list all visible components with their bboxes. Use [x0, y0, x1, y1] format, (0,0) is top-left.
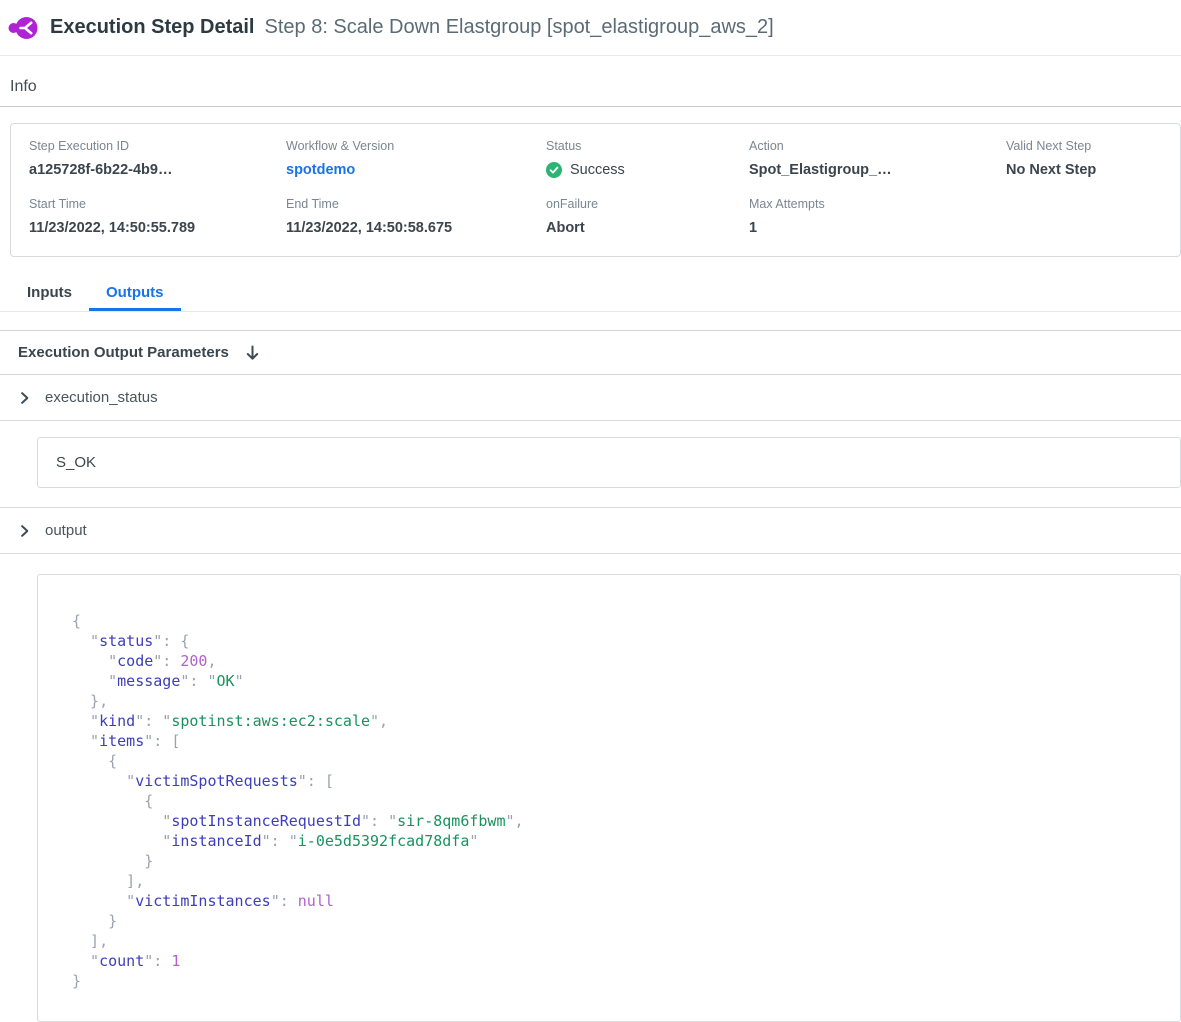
field-value: Spot_Elastigroup_… [749, 162, 1006, 178]
page-subtitle: Step 8: Scale Down Elastgroup [spot_elas… [265, 16, 774, 39]
tab-outputs[interactable]: Outputs [89, 277, 181, 311]
field-valid-next-step: Valid Next Step No Next Step [1006, 139, 1180, 178]
info-section-heading: Info [10, 78, 1181, 96]
info-card: Step Execution ID a125728f-6b22-4b9… Wor… [10, 123, 1181, 257]
tab-inputs[interactable]: Inputs [10, 277, 89, 311]
field-max-attempts: Max Attempts 1 [749, 197, 1006, 236]
execution-output-parameters-title: Execution Output Parameters [18, 344, 229, 361]
field-value: a125728f-6b22-4b9… [29, 162, 286, 178]
field-value: No Next Step [1006, 162, 1180, 178]
field-workflow-version: Workflow & Version spotdemo [286, 139, 546, 178]
field-label: Start Time [29, 197, 286, 211]
field-value: 11/23/2022, 14:50:55.789 [29, 220, 286, 236]
param-row-output[interactable]: output [0, 508, 1181, 554]
field-step-execution-id: Step Execution ID a125728f-6b22-4b9… [29, 139, 286, 178]
field-value: Abort [546, 220, 749, 236]
info-divider [0, 106, 1181, 107]
app-header: Execution Step Detail Step 8: Scale Down… [0, 0, 1181, 56]
field-value: 11/23/2022, 14:50:58.675 [286, 220, 546, 236]
field-start-time: Start Time 11/23/2022, 14:50:55.789 [29, 197, 286, 236]
field-label: Action [749, 139, 1006, 153]
param-name: output [45, 522, 87, 539]
io-tabs: Inputs Outputs [0, 277, 1181, 312]
field-value: 1 [749, 220, 1006, 236]
field-action: Action Spot_Elastigroup_… [749, 139, 1006, 178]
field-onfailure: onFailure Abort [546, 197, 749, 236]
field-label: Workflow & Version [286, 139, 546, 153]
param-name: execution_status [45, 389, 158, 406]
spot-logo-icon [8, 13, 38, 43]
workflow-link[interactable]: spotdemo [286, 162, 355, 178]
success-check-icon [546, 162, 562, 178]
field-label: Valid Next Step [1006, 139, 1180, 153]
chevron-right-icon [18, 391, 31, 405]
arrow-down-icon[interactable] [245, 345, 260, 361]
field-label: onFailure [546, 197, 749, 211]
field-end-time: End Time 11/23/2022, 14:50:58.675 [286, 197, 546, 236]
output-json-box: { "status": { "code": 200, "message": "O… [37, 574, 1181, 1022]
field-status: Status Success [546, 139, 749, 178]
execution-status-value-box: S_OK [37, 437, 1181, 488]
execution-output-parameters-header: Execution Output Parameters [0, 331, 1181, 375]
field-label: End Time [286, 197, 546, 211]
field-label: Step Execution ID [29, 139, 286, 153]
status-text: Success [570, 162, 625, 178]
output-json-code: { "status": { "code": 200, "message": "O… [72, 611, 1160, 991]
chevron-right-icon [18, 524, 31, 538]
field-label: Status [546, 139, 749, 153]
param-row-execution-status[interactable]: execution_status [0, 375, 1181, 421]
page-title: Execution Step Detail [50, 16, 255, 39]
field-label: Max Attempts [749, 197, 1006, 211]
